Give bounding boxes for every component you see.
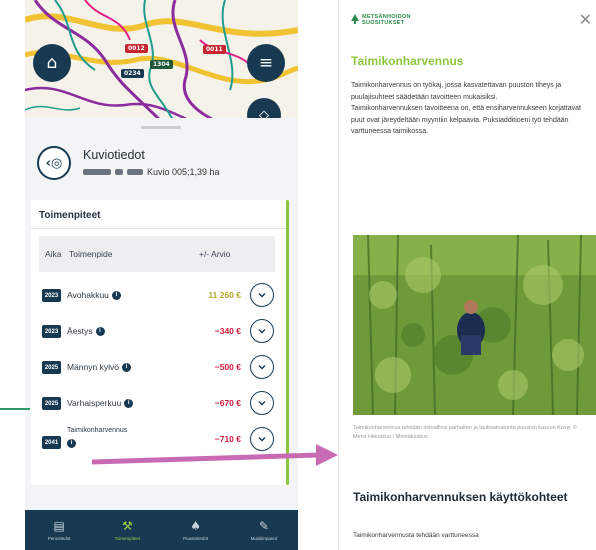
screenshot-stage: 0012 1304 0011 0234 ⌂ ≡ ◇ ‹◎ Kuviotiedot — [0, 0, 596, 550]
arrow-annotation — [91, 444, 338, 466]
